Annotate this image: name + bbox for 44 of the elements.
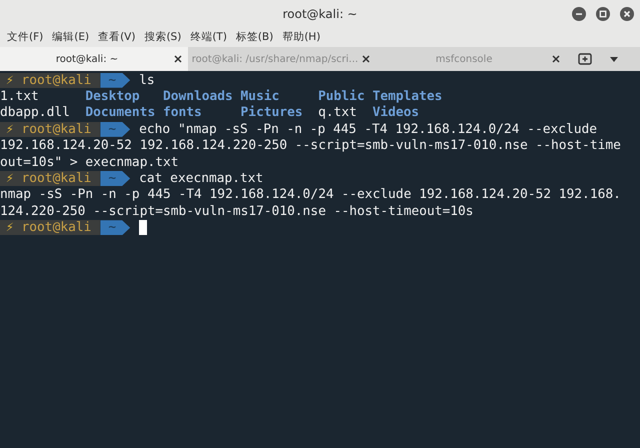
prompt-directory: ~ — [100, 171, 130, 186]
close-icon[interactable] — [552, 55, 560, 63]
file-name: dbapp.dll — [0, 105, 71, 120]
output-line: nmap -sS -Pn -n -p 445 -T4 192.168.124.0/24 --exclude 192.168.124.20-52 192.168. — [0, 187, 621, 202]
close-icon[interactable] — [362, 55, 370, 63]
menu-item[interactable]: 编辑(E) — [52, 30, 90, 44]
command-text: ls — [139, 72, 155, 88]
caret-icon[interactable] — [610, 56, 618, 62]
prompt-directory: ~ — [100, 220, 130, 236]
prompt-directory: ~ — [100, 72, 130, 88]
command-text: echo "nmap -sS -Pn -n -p 445 -T4 192.168.124.0/24 --exclude — [139, 122, 598, 137]
file-name: Desktop — [85, 89, 141, 104]
menu-item[interactable]: 标签(B) — [236, 30, 274, 44]
file-name: Public — [318, 89, 366, 104]
file-name: Templates — [372, 89, 442, 104]
menu-item[interactable]: 终端(T) — [190, 30, 227, 44]
maximize-icon[interactable] — [596, 7, 610, 21]
close-icon[interactable] — [620, 7, 634, 21]
menu-item[interactable]: 搜索(S) — [144, 30, 182, 44]
file-name: q.txt — [318, 105, 358, 120]
menu-item[interactable]: 帮助(H) — [282, 30, 320, 44]
menu-item[interactable]: 查看(V) — [98, 30, 136, 44]
output-line: out=10s" > execnmap.txt — [0, 154, 178, 170]
prompt-user: ⚡ root@kali — [0, 122, 100, 137]
prompt-directory: ~ — [100, 122, 130, 137]
close-icon[interactable] — [174, 55, 182, 63]
window-title: root@kali: ~ — [282, 7, 358, 21]
output-line: 192.168.124.20-52 192.168.124.220-250 --script=smb-vuln-ms17-010.nse --host-time — [0, 138, 621, 154]
terminal-tab[interactable]: root@kali: ~ — [0, 47, 188, 71]
file-name: Music — [240, 89, 280, 104]
file-name: Downloads — [162, 89, 234, 104]
file-name: Documents — [85, 105, 156, 120]
minimize-icon[interactable] — [572, 7, 586, 21]
menu-item[interactable]: 文件(F) — [7, 30, 44, 44]
file-name: fonts — [162, 105, 203, 120]
file-name: 1.txt — [0, 89, 40, 104]
output-line: 124.220-250 --script=smb-vuln-ms17-010.nse --host-timeout=10s — [0, 204, 474, 219]
file-name: Videos — [372, 105, 420, 120]
command-text: cat execnmap.txt — [139, 171, 264, 186]
prompt-user: ⚡ root@kali — [0, 72, 100, 88]
prompt-user: ⚡ root@kali — [0, 171, 100, 186]
file-name: Pictures — [240, 105, 304, 120]
prompt-user: ⚡ root@kali — [0, 220, 100, 236]
new-tab-icon[interactable] — [578, 53, 592, 65]
